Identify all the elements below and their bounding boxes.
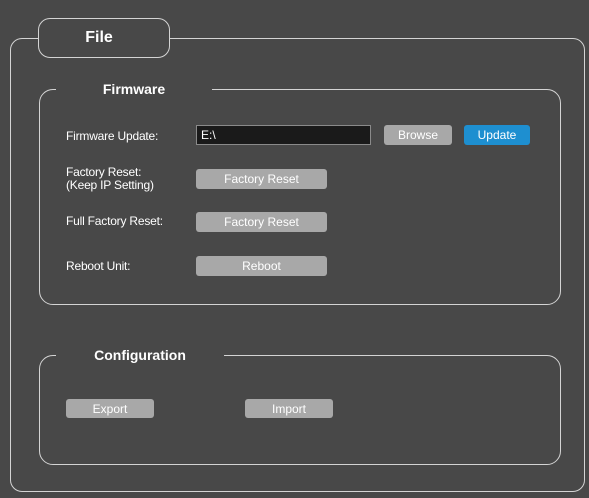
factory-reset-label-line2: (Keep IP Setting) [66, 178, 154, 192]
import-button[interactable]: Import [245, 399, 333, 418]
reboot-unit-label: Reboot Unit: [66, 259, 131, 273]
factory-reset-keep-ip-button[interactable]: Factory Reset [196, 169, 327, 189]
firmware-legend: Firmware [56, 80, 212, 98]
full-factory-reset-label: Full Factory Reset: [66, 214, 163, 228]
firmware-update-label: Firmware Update: [66, 129, 159, 143]
reboot-button[interactable]: Reboot [196, 256, 327, 276]
file-tab[interactable]: File [38, 18, 170, 58]
export-button[interactable]: Export [66, 399, 154, 418]
update-button[interactable]: Update [464, 125, 530, 145]
file-tab-title: File [85, 29, 113, 46]
firmware-path-input[interactable] [196, 125, 371, 145]
file-page: File Firmware Firmware Update: Browse Up… [0, 0, 589, 498]
full-factory-reset-button[interactable]: Factory Reset [196, 212, 327, 232]
factory-reset-label: Factory Reset: (Keep IP Setting) [66, 166, 154, 192]
browse-button[interactable]: Browse [384, 125, 452, 145]
configuration-legend: Configuration [56, 346, 224, 364]
